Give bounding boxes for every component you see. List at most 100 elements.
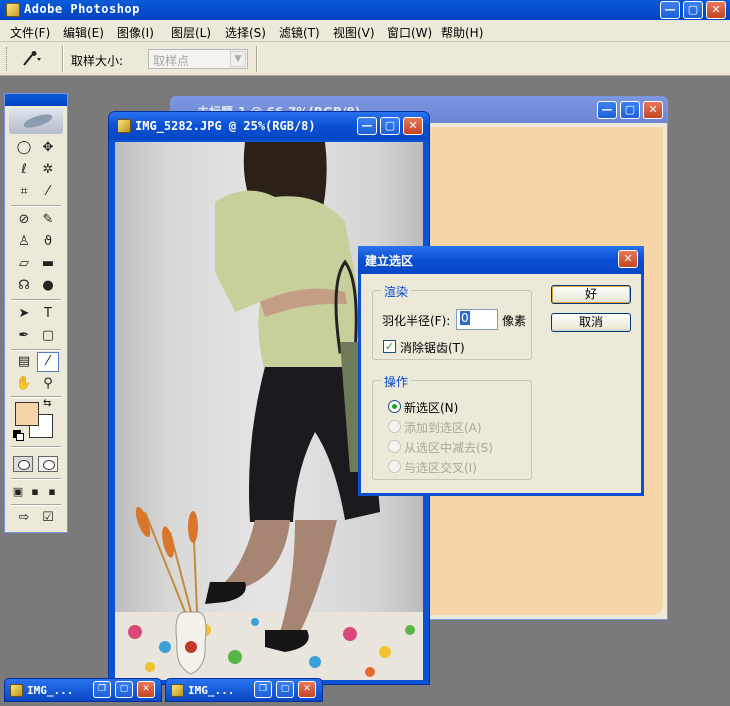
menu-window[interactable]: 窗口(W) [387,24,432,41]
healing-brush-tool-icon[interactable]: ⊘ [13,210,35,230]
crop-tool-icon[interactable]: ⌗ [13,182,35,202]
toolbox-divider [11,299,61,301]
slice-tool-icon[interactable]: ⁄ [37,182,59,202]
sample-size-value: 取样点 [153,54,190,68]
operation-group: 操作 新选区(N) 添加到选区(A) 从选区中减去(S) 与选区交叉(I) [372,373,532,480]
menu-image[interactable]: 图像(I) [117,24,154,41]
close-document-button[interactable]: ✕ [137,681,155,698]
restore-document-button[interactable]: ❐ [254,681,272,698]
document-icon [117,119,131,133]
intersect-selection-radio [388,460,401,473]
photoshop-feather-logo[interactable] [9,108,63,134]
options-grip[interactable] [6,47,9,71]
edit-in-imageready-icon[interactable]: ☑ [37,508,59,528]
document-icon [10,684,23,697]
close-dialog-button[interactable]: ✕ [618,250,638,268]
default-colors-icon[interactable] [13,430,24,441]
close-image-button[interactable]: ✕ [403,117,423,135]
menu-filter[interactable]: 滤镜(T) [279,24,320,41]
toolbox-titlebar[interactable] [5,94,67,106]
foreground-color-swatch[interactable] [15,402,39,426]
operation-group-legend: 操作 [381,373,412,390]
move-tool-icon[interactable]: ✥ [37,138,59,158]
dialog-titlebar[interactable]: 建立选区 ✕ [358,246,644,274]
feather-radius-label: 羽化半径(F): [382,314,451,328]
brush-tool-icon[interactable]: ✎ [37,210,59,230]
make-selection-dialog: 建立选区 ✕ 渲染 羽化半径(F): 0 像素 ✓ 消除锯齿(T) 操作 新选区… [358,246,644,496]
menu-file[interactable]: 文件(F) [10,24,50,41]
blur-tool-icon[interactable]: ☊ [13,276,35,296]
minimize-document-button[interactable]: — [597,101,617,119]
toolbox-divider [11,478,61,480]
menu-select[interactable]: 选择(S) [225,24,266,41]
quick-mask-mode-button[interactable] [38,456,58,472]
cancel-button[interactable]: 取消 [551,313,631,332]
menu-edit[interactable]: 编辑(E) [63,24,104,41]
intersect-selection-label: 与选区交叉(I) [404,461,477,475]
feather-unit-label: 像素 [502,314,527,328]
gradient-tool-icon[interactable]: ▬ [37,254,59,274]
minimized-document-2[interactable]: IMG_... ❐ ▢ ✕ [165,678,323,702]
app-titlebar: Adobe Photoshop — ▢ ✕ [0,0,730,20]
jump-to-imageready-icon[interactable]: ⇨ [13,508,35,528]
standard-screen-mode-icon[interactable]: ▣ [10,482,26,502]
shape-tool-icon[interactable]: ▢ [37,326,59,346]
clone-stamp-tool-icon[interactable]: ♙ [13,232,35,252]
menu-view[interactable]: 视图(V) [333,24,375,41]
lasso-tool-icon[interactable]: ℓ [13,160,35,180]
antialias-label[interactable]: 消除锯齿(T) [400,339,465,356]
hand-tool-icon[interactable]: ✋ [13,374,35,394]
zoom-tool-icon[interactable]: ⚲ [37,374,59,394]
full-screen-menu-mode-icon[interactable]: ▪ [27,482,43,502]
toolbox-divider [11,349,61,351]
pen-tool-icon[interactable]: ✒ [13,326,35,346]
menu-layer[interactable]: 图层(L) [171,24,211,41]
options-separator-end [256,46,258,72]
image-document-titlebar[interactable]: IMG_5282.JPG @ 25%(RGB/8) — ▢ ✕ [109,112,429,140]
magic-wand-tool-icon[interactable]: ✲ [37,160,59,180]
eraser-tool-icon[interactable]: ▱ [13,254,35,274]
eyedropper-tool-icon[interactable]: ⁄ [37,352,59,372]
toolbox-divider [11,504,61,506]
sample-size-select[interactable]: 取样点 ▼ [148,49,248,69]
minimize-image-button[interactable]: — [357,117,377,135]
chevron-down-icon: ▼ [230,51,246,67]
maximize-image-button[interactable]: ▢ [380,117,400,135]
eyedropper-tool-preset-icon[interactable] [20,50,42,68]
close-app-button[interactable]: ✕ [706,1,726,19]
toolbox-divider [11,205,61,207]
close-document-button[interactable]: ✕ [643,101,663,119]
minimized-document-2-title: IMG_... [188,684,235,697]
full-screen-mode-icon[interactable]: ▪ [44,482,60,502]
antialias-checkbox[interactable]: ✓ [383,340,396,353]
ok-button[interactable]: 好 [551,285,631,304]
add-to-selection-radio [388,420,401,433]
feather-radius-input[interactable]: 0 [456,309,498,330]
type-tool-icon[interactable]: T [37,304,59,324]
options-separator [62,46,64,72]
minimized-document-1[interactable]: IMG_... ❐ ▢ ✕ [4,678,162,702]
minimize-app-button[interactable]: — [660,1,680,19]
image-document-title: IMG_5282.JPG @ 25%(RGB/8) [135,119,316,133]
standard-mode-button[interactable] [13,456,33,472]
document-icon [171,684,184,697]
sample-size-label: 取样大小: [71,54,124,68]
maximize-document-button[interactable]: ▢ [276,681,294,698]
photoshop-app-icon [6,3,20,17]
close-document-button[interactable]: ✕ [298,681,316,698]
new-selection-radio[interactable] [388,400,401,413]
swap-colors-icon[interactable]: ⇆ [43,398,51,409]
notes-tool-icon[interactable]: ▤ [13,352,35,372]
maximize-app-button[interactable]: ▢ [683,1,703,19]
toolbox-divider [11,446,61,448]
menu-help[interactable]: 帮助(H) [441,24,483,41]
app-title: Adobe Photoshop [24,2,140,16]
history-brush-tool-icon[interactable]: ϑ [37,232,59,252]
dodge-tool-icon[interactable]: ● [37,276,59,296]
marquee-tool-icon[interactable]: ◯ [13,138,35,158]
maximize-document-button[interactable]: ▢ [115,681,133,698]
new-selection-label[interactable]: 新选区(N) [404,399,458,416]
path-selection-tool-icon[interactable]: ➤ [13,304,35,324]
maximize-document-button[interactable]: ▢ [620,101,640,119]
restore-document-button[interactable]: ❐ [93,681,111,698]
